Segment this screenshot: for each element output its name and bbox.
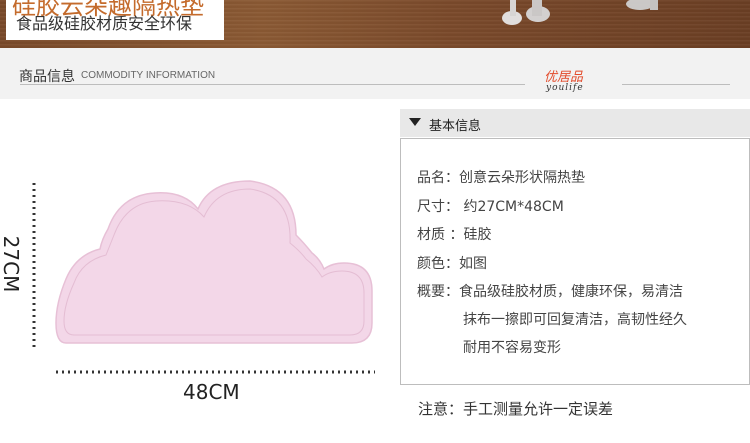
cloud-mat: [55, 180, 373, 344]
banner-subtitle: 食品级硅胶材质安全环保: [16, 14, 193, 33]
spec-summary-line-2: 抹布一擦即可回复清洁，高韧性经久: [463, 312, 687, 328]
spec-material: 材质 ：硅胶: [417, 227, 492, 243]
width-label: 48CM: [183, 380, 240, 404]
section-title: 商品信息: [19, 69, 75, 85]
spec-name: 品名：创意云朵形状隔热垫: [417, 170, 585, 186]
triangle-down-icon: [409, 118, 421, 126]
banner-text-panel: 硅胶云朵趣隔热垫 食品级硅胶材质安全环保: [6, 0, 224, 40]
spec-color: 颜色：如图: [417, 256, 487, 272]
info-header-title: 基本信息: [429, 119, 482, 134]
header-divider-right: [622, 84, 730, 85]
header-divider-left: [20, 84, 525, 85]
section-subtitle: COMMODITY INFORMATION: [81, 70, 216, 81]
brand-logo-en: youlife: [546, 83, 584, 93]
spec-size: 尺寸： 约27CM*48CM: [417, 199, 564, 215]
height-label: 27CM: [0, 235, 23, 293]
spec-summary-line-3: 耐用不容易变形: [463, 340, 561, 356]
banner-cutlery-photo: [420, 0, 750, 48]
top-banner: 硅胶云朵趣隔热垫 食品级硅胶材质安全环保: [0, 0, 750, 48]
measurement-note: 注意：手工测量允许一定误差: [418, 400, 614, 418]
spec-summary: 概要：食品级硅胶材质，健康环保，易清洁: [417, 284, 683, 300]
